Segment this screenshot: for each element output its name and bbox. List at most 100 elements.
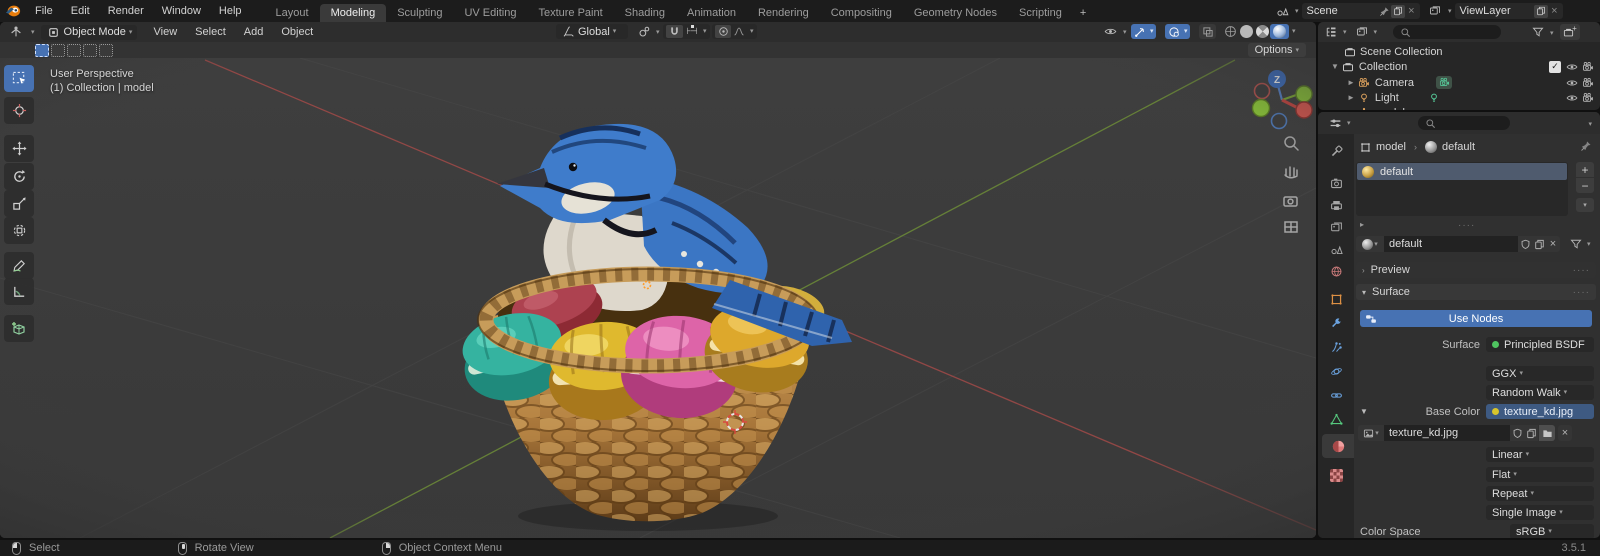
tool-select-box[interactable] [4, 65, 34, 92]
slot-specials-button[interactable]: ▾ [1576, 198, 1594, 212]
properties-editor-icon[interactable] [1326, 117, 1344, 130]
tab-modeling[interactable]: Modeling [319, 4, 387, 22]
tool-rotate[interactable] [4, 163, 34, 190]
menu-add[interactable]: Add [235, 22, 273, 42]
fake-user-shield-icon[interactable] [1518, 236, 1532, 252]
extension-dropdown[interactable]: Repeat ▾ [1486, 486, 1594, 501]
select-mode-subtract-icon[interactable] [67, 43, 81, 57]
unlink-datablock-icon[interactable]: × [1546, 236, 1560, 252]
tab-sculpting[interactable]: Sculpting [386, 4, 453, 22]
gizmo-pos-y[interactable] [1295, 85, 1313, 103]
tab-render[interactable] [1327, 174, 1345, 192]
shading-solid-icon[interactable] [1238, 25, 1254, 38]
copy-datablock-icon[interactable] [1532, 236, 1546, 252]
menu-help[interactable]: Help [210, 0, 251, 22]
tab-physics[interactable] [1327, 362, 1345, 380]
tab-texture[interactable] [1327, 466, 1345, 484]
scene-icon[interactable] [1272, 5, 1292, 18]
tab-object-data[interactable] [1327, 410, 1345, 428]
slot-expand-arrow[interactable]: ▸ [1360, 220, 1364, 229]
add-workspace-button[interactable]: + [1073, 4, 1093, 22]
new-viewlayer-icon[interactable] [1534, 4, 1549, 18]
breadcrumb-data[interactable]: default [1442, 141, 1475, 153]
tab-uv-editing[interactable]: UV Editing [453, 4, 527, 22]
disclosure-open-icon[interactable]: ▼ [1331, 62, 1339, 71]
surface-shader-dropdown[interactable]: Principled BSDF [1486, 337, 1594, 352]
tab-layout[interactable]: Layout [265, 4, 320, 22]
menu-select[interactable]: Select [186, 22, 235, 42]
properties-search-field[interactable] [1418, 116, 1510, 130]
pivot-point-icon[interactable] [636, 25, 652, 38]
hide-eye-icon[interactable] [1566, 77, 1578, 89]
shading-rendered-icon[interactable] [1270, 24, 1289, 39]
select-mode-extend-icon[interactable] [51, 43, 65, 57]
viewlayer-name-field[interactable]: ViewLayer × [1454, 3, 1563, 19]
disable-render-icon[interactable] [1582, 61, 1594, 73]
tab-scene[interactable] [1327, 240, 1345, 258]
mode-selector[interactable]: Object Mode ▾ [40, 24, 137, 40]
disclosure-closed-icon[interactable]: ► [1347, 78, 1355, 87]
select-mode-intersect-icon[interactable] [99, 43, 113, 57]
color-space-dropdown[interactable]: sRGB ▾ [1510, 524, 1594, 538]
outliner-row-light[interactable]: ► Light [1318, 90, 1600, 105]
falloff-curve-icon[interactable] [731, 26, 747, 37]
outliner-editor-icon[interactable] [1322, 26, 1340, 38]
tool-add-cube[interactable] [4, 315, 34, 342]
scene-name-field[interactable]: Scene × [1301, 3, 1420, 19]
unlink-scene-icon[interactable]: × [1408, 5, 1414, 17]
tab-constraints[interactable] [1327, 386, 1345, 404]
outliner-row-collection[interactable]: ▼ Collection ✓ [1318, 59, 1600, 74]
toggle-ortho-icon[interactable] [1284, 221, 1298, 233]
menu-render[interactable]: Render [99, 0, 153, 22]
tool-scale[interactable] [4, 190, 34, 217]
subsurface-method-dropdown[interactable]: Random Walk ▾ [1486, 385, 1594, 400]
viewlayer-icon[interactable] [1425, 5, 1445, 17]
base-color-image-field[interactable]: texture_kd.jpg [1486, 404, 1594, 419]
outliner-display-mode-icon[interactable] [1353, 26, 1371, 38]
pin-icon[interactable] [1377, 6, 1391, 17]
gizmo-neg-z[interactable] [1270, 112, 1288, 130]
viewport-canvas[interactable]: Z User Perspective (1) Collection | mode… [0, 57, 1316, 538]
tab-animation[interactable]: Animation [676, 4, 747, 22]
tab-view-layer[interactable] [1327, 218, 1345, 236]
tool-move[interactable] [4, 135, 34, 162]
outliner-row-camera[interactable]: ► Camera [1318, 75, 1600, 90]
menu-edit[interactable]: Edit [62, 0, 99, 22]
projection-dropdown[interactable]: Flat ▾ [1486, 467, 1594, 482]
image-name-field[interactable]: texture_kd.jpg [1384, 425, 1510, 441]
hide-eye-icon[interactable] [1566, 61, 1578, 73]
tab-output[interactable] [1327, 196, 1345, 214]
tab-texture-paint[interactable]: Texture Paint [527, 4, 613, 22]
shading-material-icon[interactable] [1254, 25, 1270, 38]
material-specials-funnel-icon[interactable] [1568, 238, 1584, 250]
breadcrumb-object[interactable]: model [1376, 141, 1406, 153]
tab-object[interactable] [1327, 290, 1345, 308]
tool-cursor[interactable] [4, 97, 34, 124]
xray-toggle-icon[interactable] [1199, 24, 1216, 39]
zoom-view-icon[interactable] [1284, 136, 1299, 151]
select-mode-invert-icon[interactable] [83, 43, 97, 57]
menu-file[interactable]: File [26, 0, 62, 22]
tool-transform[interactable] [4, 217, 34, 244]
tab-particles[interactable] [1327, 338, 1345, 356]
image-fake-user-icon[interactable] [1510, 425, 1524, 441]
pin-id-icon[interactable] [1580, 140, 1592, 152]
add-slot-button[interactable]: + [1576, 162, 1594, 177]
show-overlays-toggle[interactable]: ▾ [1165, 24, 1190, 39]
disclosure-closed-icon[interactable]: ► [1347, 108, 1355, 110]
tool-measure[interactable] [4, 278, 34, 305]
snap-magnet-icon[interactable] [666, 25, 683, 38]
tab-shading[interactable]: Shading [614, 4, 676, 22]
show-gizmo-toggle[interactable]: ▾ [1131, 24, 1156, 39]
gizmo-y[interactable] [1251, 98, 1271, 118]
menu-window[interactable]: Window [153, 0, 210, 22]
image-copy-icon[interactable] [1524, 425, 1538, 441]
new-collection-button[interactable]: + [1560, 24, 1580, 40]
select-mode-new-icon[interactable] [35, 43, 49, 57]
use-nodes-button[interactable]: Use Nodes [1360, 310, 1592, 327]
disclosure-closed-icon[interactable]: ► [1347, 93, 1355, 102]
tool-annotate[interactable] [4, 252, 34, 279]
transform-orientation-dropdown[interactable]: Global ▾ [556, 24, 628, 39]
source-dropdown[interactable]: Single Image ▾ [1486, 505, 1594, 520]
tab-modifiers[interactable] [1327, 314, 1345, 332]
